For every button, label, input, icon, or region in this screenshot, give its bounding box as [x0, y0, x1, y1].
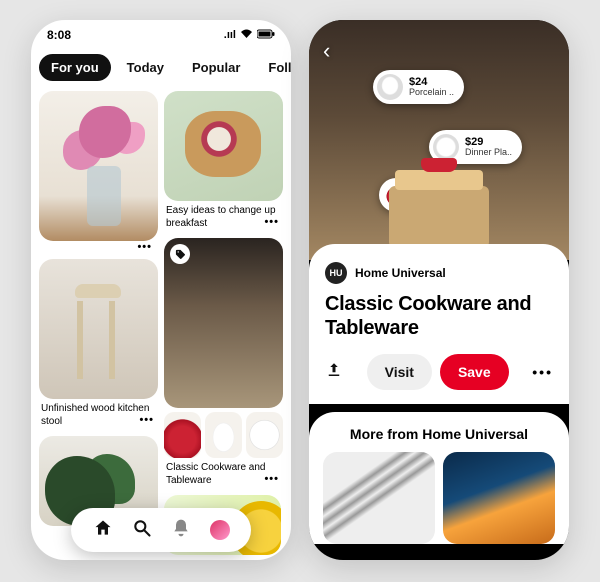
- back-icon[interactable]: ‹: [323, 38, 330, 64]
- more-icon[interactable]: •••: [264, 216, 279, 228]
- pin-hero-image[interactable]: ‹ $24 Porcelain .. $29 Dinner Pla.. $60 …: [309, 20, 569, 260]
- battery-icon: [257, 29, 275, 42]
- shop-tag-name: Dinner Pla..: [465, 148, 512, 157]
- brand-logo: HU: [325, 262, 347, 284]
- status-time: 8:08: [47, 28, 71, 42]
- phone-detail: ‹ $24 Porcelain .. $29 Dinner Pla.. $60 …: [309, 20, 569, 560]
- wifi-icon: [240, 29, 253, 42]
- tab-popular[interactable]: Popular: [180, 54, 252, 81]
- more-icon[interactable]: •••: [139, 414, 154, 426]
- related-pin-knives[interactable]: [323, 452, 435, 544]
- visit-button[interactable]: Visit: [367, 354, 432, 390]
- brand-name: Home Universal: [355, 266, 446, 280]
- more-from-title: More from Home Universal: [323, 426, 555, 442]
- pin-flower[interactable]: •••: [39, 91, 158, 253]
- shop-tag-price: $24: [409, 77, 454, 89]
- search-icon[interactable]: [132, 518, 152, 543]
- bell-icon[interactable]: [171, 518, 191, 543]
- brand-row[interactable]: HU Home Universal: [325, 262, 553, 284]
- thumb-bowl[interactable]: [205, 412, 242, 458]
- pin-image[interactable]: [164, 91, 283, 201]
- pin-image[interactable]: [39, 91, 158, 241]
- more-from-card: More from Home Universal: [309, 412, 569, 544]
- tab-for-you[interactable]: For you: [39, 54, 111, 81]
- tab-following[interactable]: Following: [256, 54, 291, 81]
- shop-tag-thumb: [433, 134, 459, 160]
- pin-title: Classic Cookware and Tableware: [325, 292, 553, 340]
- more-icon[interactable]: •••: [39, 241, 158, 253]
- shopping-tag-icon[interactable]: [170, 244, 190, 264]
- signal-icon: .ııl: [224, 29, 236, 41]
- related-pin-glassware[interactable]: [443, 452, 555, 544]
- pin-detail-card: HU Home Universal Classic Cookware and T…: [309, 244, 569, 404]
- pin-stool[interactable]: Unfinished wood kitchen stool •••: [39, 259, 158, 430]
- more-icon[interactable]: •••: [264, 473, 279, 485]
- save-button[interactable]: Save: [440, 354, 509, 390]
- status-bar: 8:08 .ııl: [31, 20, 291, 50]
- tab-today[interactable]: Today: [115, 54, 176, 81]
- hero-kitchen-island: [389, 186, 489, 248]
- pin-image[interactable]: [39, 259, 158, 399]
- home-icon[interactable]: [93, 518, 113, 543]
- pin-image[interactable]: [164, 238, 283, 408]
- more-icon[interactable]: •••: [532, 364, 553, 380]
- shop-tag-porcelain[interactable]: $24 Porcelain ..: [373, 70, 464, 104]
- feed-tabs: For you Today Popular Following Re: [31, 50, 291, 91]
- avatar-icon[interactable]: [210, 520, 230, 540]
- shop-tag-thumb: [377, 74, 403, 100]
- thumb-pot[interactable]: [164, 412, 201, 458]
- pin-kitchen-collection[interactable]: Classic Cookware and Tableware •••: [164, 238, 283, 489]
- thumb-plate[interactable]: [246, 412, 283, 458]
- feed-grid[interactable]: ••• Unfinished wood kitchen stool ••• Ea…: [31, 91, 291, 531]
- share-icon[interactable]: [325, 361, 343, 384]
- shop-tag-name: Porcelain ..: [409, 88, 454, 97]
- shop-tag-price: $29: [465, 137, 512, 149]
- pin-toast[interactable]: Easy ideas to change up breakfast •••: [164, 91, 283, 232]
- section-divider: [309, 404, 569, 412]
- phone-feed: 8:08 .ııl For you Today Popular Followin…: [31, 20, 291, 560]
- bottom-nav: [71, 508, 251, 552]
